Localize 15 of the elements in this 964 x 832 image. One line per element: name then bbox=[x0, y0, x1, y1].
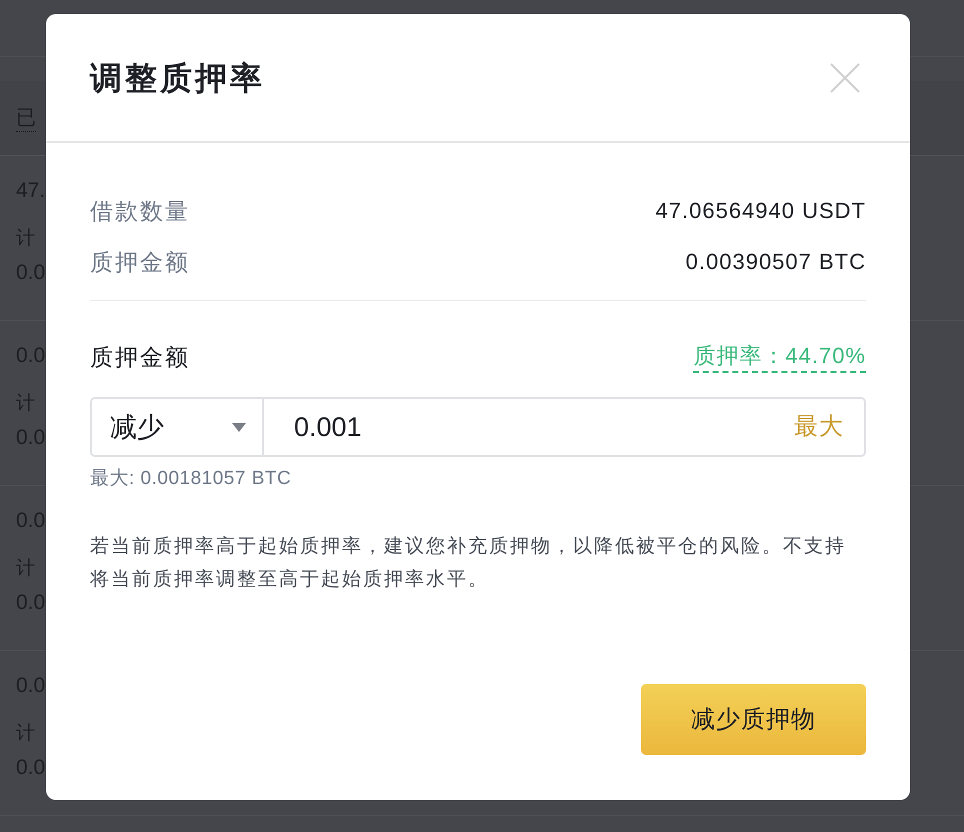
caret-icon bbox=[232, 422, 246, 432]
close-icon bbox=[830, 62, 860, 92]
notice-text: 若当前质押率高于起始质押率，建议您补充质押物，以降低被平仓的风险。不支持将当前质押率调整至高于起始质押率水平。 bbox=[90, 535, 847, 592]
collateral-label: 质押金额 bbox=[90, 343, 190, 372]
summary-value: 0.00390507 BTC bbox=[686, 248, 866, 276]
summary-value: 47.06564940 USDT bbox=[656, 197, 866, 225]
summary-label: 质押金额 bbox=[90, 248, 190, 277]
amount-field[interactable]: 0.001 bbox=[264, 399, 774, 455]
summary-label: 借款数量 bbox=[90, 197, 190, 226]
dialog-title: 调整质押率 bbox=[90, 58, 265, 98]
amount-input-group[interactable]: 减少 0.001 最大 bbox=[90, 397, 866, 457]
submit-button[interactable]: 减少质押物 bbox=[641, 684, 866, 755]
mode-select[interactable]: 减少 bbox=[92, 399, 264, 455]
max-hint: 最大: 0.00181057 BTC bbox=[90, 467, 292, 491]
close-button[interactable] bbox=[830, 62, 860, 92]
